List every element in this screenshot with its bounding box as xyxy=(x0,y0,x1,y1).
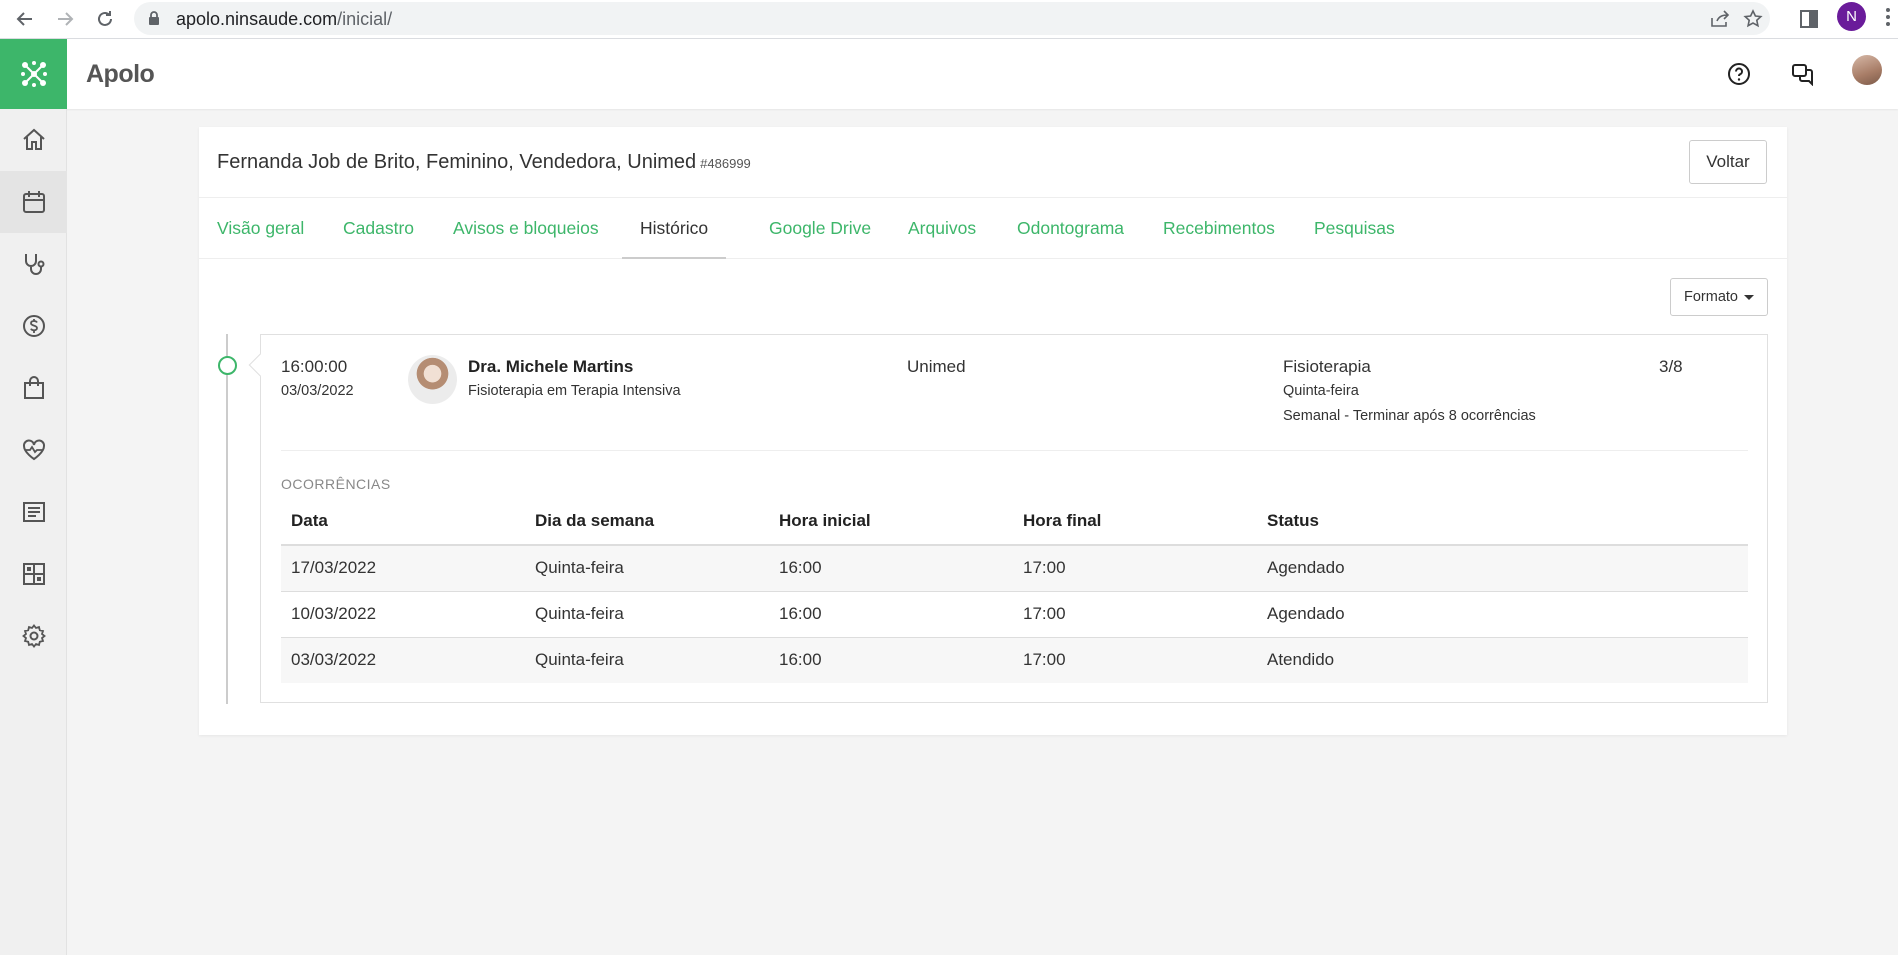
heartbeat-icon xyxy=(22,439,45,461)
tab-arquivos[interactable]: Arquivos xyxy=(890,198,994,259)
patient-summary: Fernanda Job de Brito, Feminino, Vendedo… xyxy=(217,151,697,173)
url-text: apolo.ninsaude.com/inicial/ xyxy=(176,9,393,29)
sidebar-item-home[interactable] xyxy=(0,109,67,171)
cell-end: 17:00 xyxy=(1013,591,1257,638)
tab-recebimentos[interactable]: Recebimentos xyxy=(1145,198,1293,259)
cell-end: 17:00 xyxy=(1013,545,1257,592)
sidebar xyxy=(0,109,67,955)
tab-avisos-bloqueios[interactable]: Avisos e bloqueios xyxy=(435,198,617,259)
tab-historico[interactable]: Histórico xyxy=(622,198,727,259)
format-dropdown[interactable]: Formato xyxy=(1670,278,1768,316)
app-header: Apolo xyxy=(0,39,1898,109)
cell-weekday: Quinta-feira xyxy=(525,591,769,638)
share-icon[interactable] xyxy=(1709,8,1731,30)
table-row: 17/03/2022 Quinta-feira 16:00 17:00 Agen… xyxy=(281,545,1748,592)
user-avatar[interactable] xyxy=(1852,55,1882,85)
table-row: 10/03/2022 Quinta-feira 16:00 17:00 Agen… xyxy=(281,591,1748,638)
tab-google-drive[interactable]: Google Drive xyxy=(751,198,889,259)
cell-weekday: Quinta-feira xyxy=(525,637,769,683)
cell-status: Atendido xyxy=(1257,637,1748,683)
cell-date: 10/03/2022 xyxy=(281,591,525,638)
doctor-avatar xyxy=(408,355,457,404)
occurrences-heading: OCORRÊNCIAS xyxy=(281,476,391,492)
cell-start: 16:00 xyxy=(769,545,1013,592)
entry-service: Fisioterapia xyxy=(1283,357,1371,376)
cell-weekday: Quinta-feira xyxy=(525,545,769,592)
sidebar-item-health[interactable] xyxy=(0,419,67,481)
back-arrow-icon[interactable] xyxy=(10,4,40,34)
app-name: Apolo xyxy=(86,60,155,88)
patient-card: Fernanda Job de Brito, Feminino, Vendedo… xyxy=(199,127,1787,735)
recurrence-type: Semanal xyxy=(1283,408,1341,424)
cell-date: 03/03/2022 xyxy=(281,637,525,683)
entry-weekday: Quinta-feira xyxy=(1283,383,1359,399)
entry-date: 03/03/2022 xyxy=(281,383,354,399)
column-header: Hora inicial xyxy=(769,497,1013,546)
occurrences-table: Data Dia da semana Hora inicial Hora fin… xyxy=(281,497,1748,683)
doctor-specialty: Fisioterapia em Terapia Intensiva xyxy=(468,383,681,399)
entry-recurrence: Semanal - Terminar após 8 ocorrências xyxy=(1283,408,1536,424)
cell-status: Agendado xyxy=(1257,545,1748,592)
cell-start: 16:00 xyxy=(769,591,1013,638)
divider xyxy=(281,450,1748,451)
patient-tabs: Visão geral Cadastro Avisos e bloqueios … xyxy=(199,198,1787,259)
caret-down-icon xyxy=(1744,294,1754,300)
sidebar-item-financial[interactable] xyxy=(0,295,67,357)
tab-cadastro[interactable]: Cadastro xyxy=(325,198,432,259)
logo-icon xyxy=(20,61,47,87)
sidebar-item-settings[interactable] xyxy=(0,605,67,667)
tab-pesquisas[interactable]: Pesquisas xyxy=(1296,198,1413,259)
column-header: Status xyxy=(1257,497,1748,546)
gear-icon xyxy=(21,624,46,648)
side-panel-icon[interactable] xyxy=(1798,8,1820,30)
entry-insurance: Unimed xyxy=(907,357,966,376)
timeline-dot-icon xyxy=(218,356,237,375)
bag-icon xyxy=(23,376,44,399)
app-logo[interactable] xyxy=(0,39,67,109)
cell-start: 16:00 xyxy=(769,637,1013,683)
back-button[interactable]: Voltar xyxy=(1689,140,1767,184)
calendar-icon xyxy=(22,191,45,213)
sidebar-item-store[interactable] xyxy=(0,357,67,419)
cell-end: 17:00 xyxy=(1013,637,1257,683)
help-icon[interactable] xyxy=(1722,57,1756,91)
browser-menu-icon[interactable] xyxy=(1882,6,1894,28)
browser-toolbar: apolo.ninsaude.com/inicial/ N xyxy=(0,0,1898,39)
column-header: Data xyxy=(281,497,525,546)
sidebar-item-clinical[interactable] xyxy=(0,233,67,295)
sidebar-item-agenda[interactable] xyxy=(0,171,67,233)
patient-title: Fernanda Job de Brito, Feminino, Vendedo… xyxy=(217,151,751,174)
browser-profile-avatar[interactable]: N xyxy=(1837,2,1866,31)
cell-status: Agendado xyxy=(1257,591,1748,638)
table-row: 03/03/2022 Quinta-feira 16:00 17:00 Aten… xyxy=(281,637,1748,683)
entry-time: 16:00:00 xyxy=(281,357,348,376)
doctor-name: Dra. Michele Martins xyxy=(468,357,634,376)
lock-icon xyxy=(148,11,160,30)
sidebar-item-dashboard[interactable] xyxy=(0,543,67,605)
address-bar[interactable]: apolo.ninsaude.com/inicial/ xyxy=(134,2,1770,35)
dashboard-icon xyxy=(22,563,45,585)
table-header-row: Data Dia da semana Hora inicial Hora fin… xyxy=(281,497,1748,546)
tab-odontograma[interactable]: Odontograma xyxy=(999,198,1142,259)
forward-arrow-icon[interactable] xyxy=(50,4,80,34)
reload-icon[interactable] xyxy=(90,4,120,34)
report-icon xyxy=(22,502,45,522)
sidebar-item-reports[interactable] xyxy=(0,481,67,543)
home-icon xyxy=(22,128,45,150)
cell-date: 17/03/2022 xyxy=(281,545,525,592)
patient-id: #486999 xyxy=(700,156,751,171)
bookmark-star-icon[interactable] xyxy=(1742,8,1764,30)
format-label: Formato xyxy=(1684,289,1738,305)
recurrence-end: - Terminar após 8 ocorrências xyxy=(1344,408,1536,424)
timeline-line xyxy=(226,334,228,704)
history-entry: 16:00:00 03/03/2022 Dra. Michele Martins… xyxy=(260,334,1768,703)
column-header: Dia da semana xyxy=(525,497,769,546)
occurrence-count: 3/8 xyxy=(1659,357,1683,376)
stethoscope-icon xyxy=(24,254,44,275)
dollar-icon xyxy=(22,315,45,337)
column-header: Hora final xyxy=(1013,497,1257,546)
tab-visao-geral[interactable]: Visão geral xyxy=(199,198,322,259)
chat-icon[interactable] xyxy=(1786,57,1820,91)
